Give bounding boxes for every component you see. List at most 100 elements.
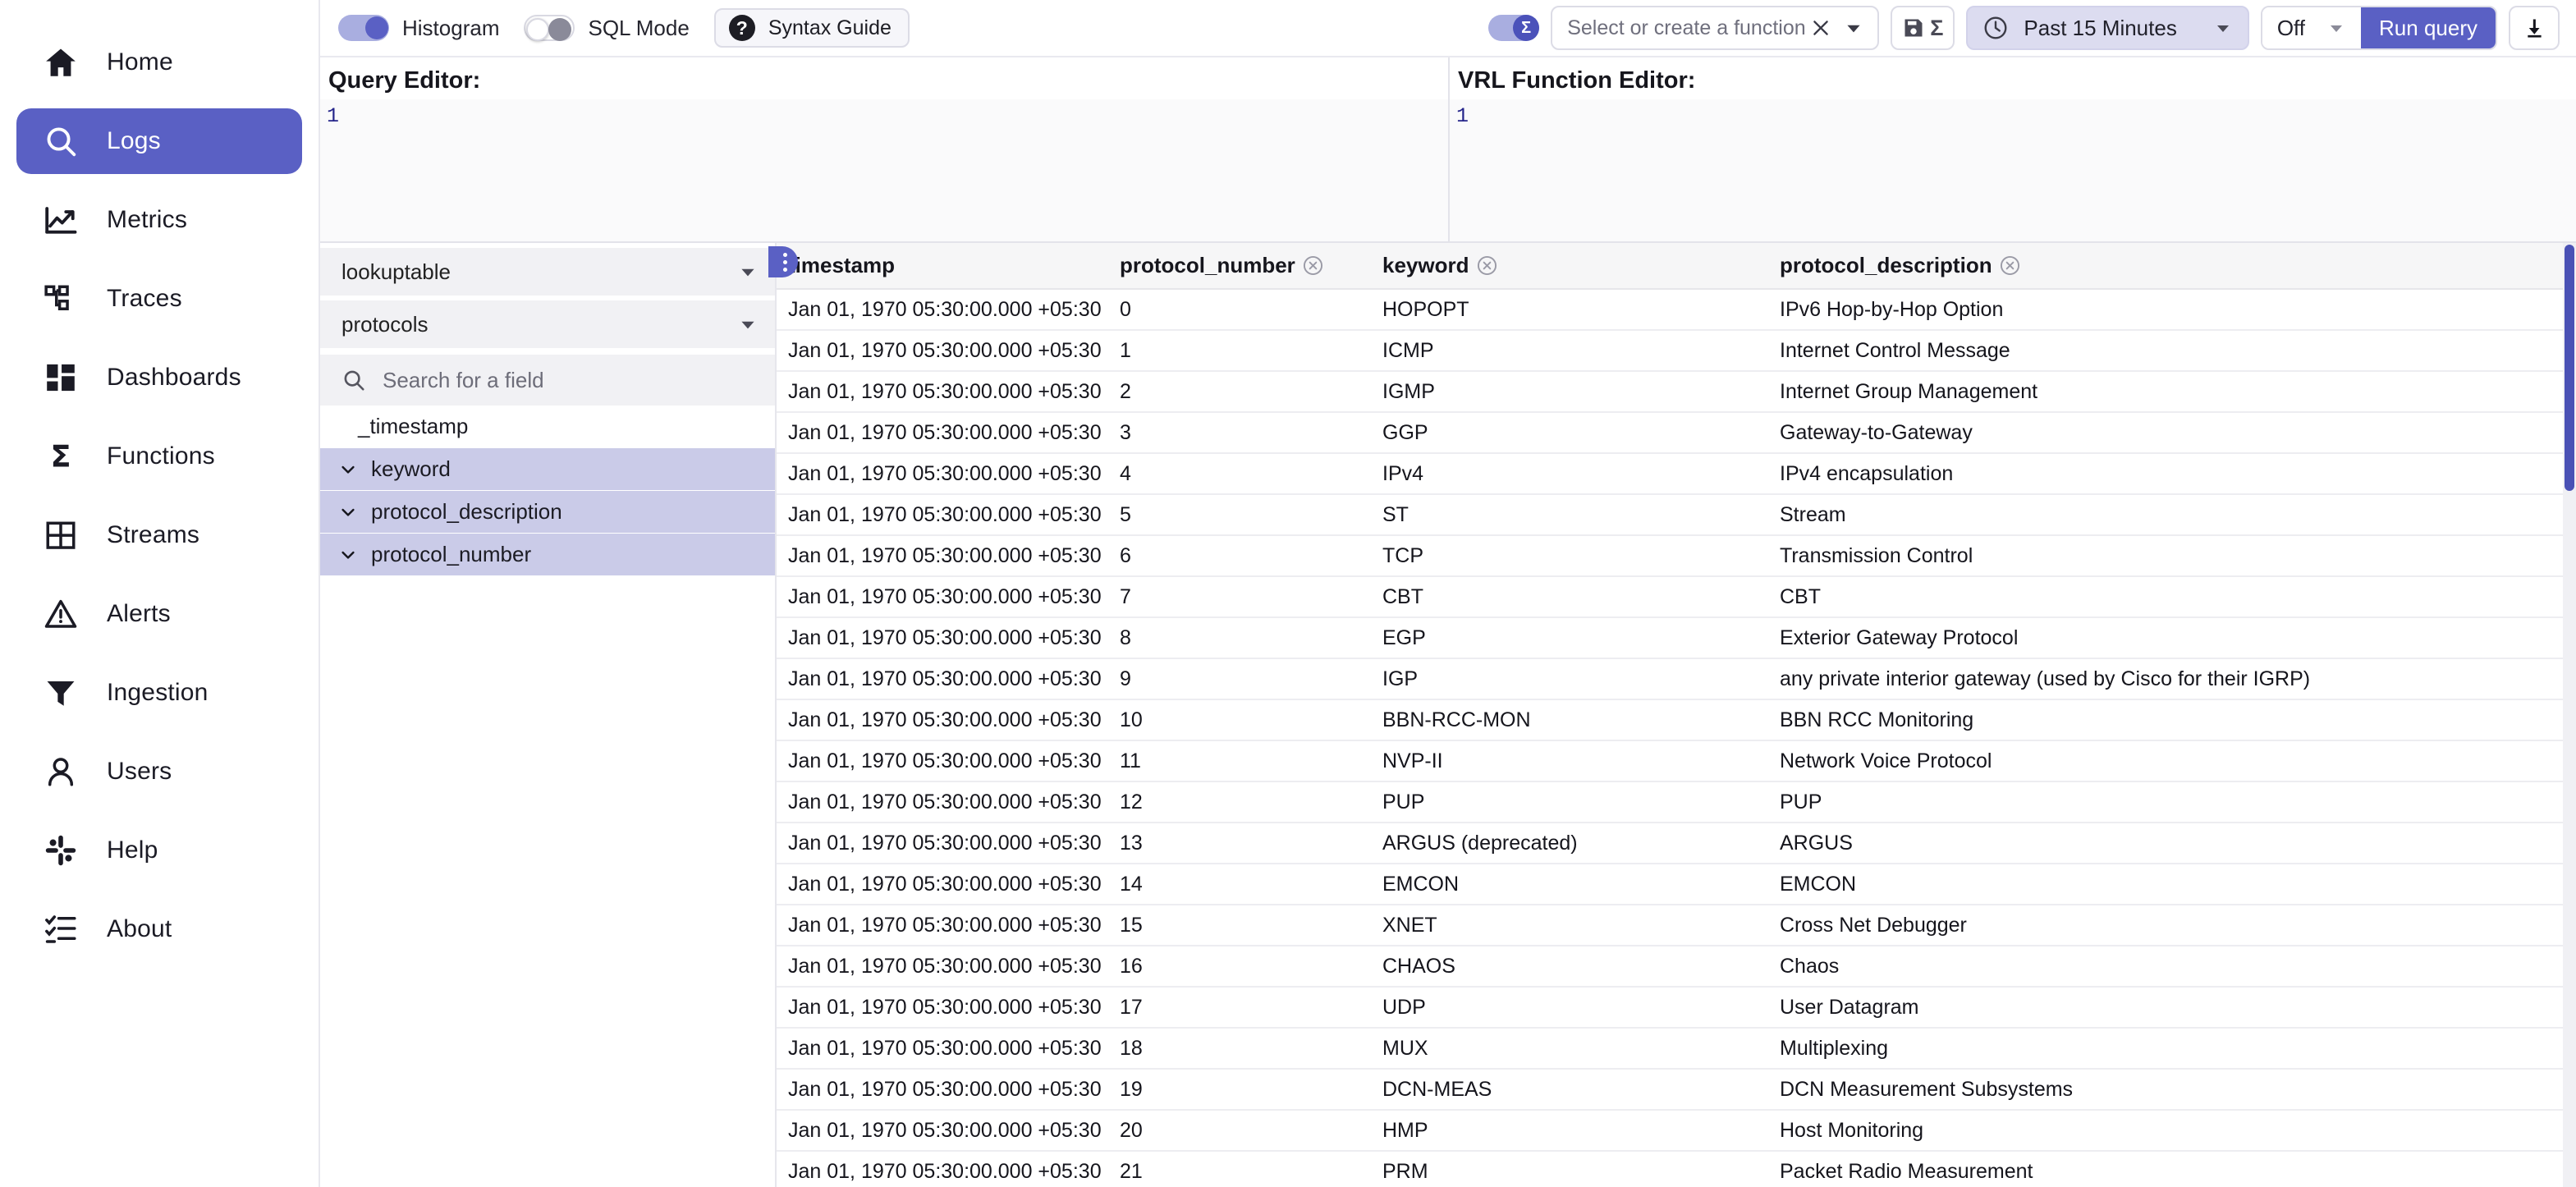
table-row[interactable]: Jan 01, 1970 05:30:00.000 +05:304IPv4IPv… — [777, 453, 2576, 494]
sidebar-item-functions[interactable]: ΣFunctions — [16, 424, 302, 489]
download-results-button[interactable] — [2509, 6, 2560, 50]
table-row[interactable]: Jan 01, 1970 05:30:00.000 +05:3018MUXMul… — [777, 1028, 2576, 1069]
table-row[interactable]: Jan 01, 1970 05:30:00.000 +05:305STStrea… — [777, 494, 2576, 535]
cell-timestamp: Jan 01, 1970 05:30:00.000 +05:30 — [777, 371, 1108, 412]
table-header-protocol_description[interactable]: protocol_description — [1768, 243, 2576, 289]
table-row[interactable]: Jan 01, 1970 05:30:00.000 +05:301ICMPInt… — [777, 330, 2576, 371]
cell-keyword: PUP — [1371, 781, 1768, 823]
cell-timestamp: Jan 01, 1970 05:30:00.000 +05:30 — [777, 1151, 1108, 1187]
svg-text:Σ: Σ — [50, 439, 71, 474]
field-item-protocol_number[interactable]: protocol_number — [320, 534, 775, 576]
dashboard-icon — [43, 360, 79, 396]
sql-mode-toggle[interactable] — [524, 15, 575, 41]
cell-protocol_description: Stream — [1768, 494, 2576, 535]
table-row[interactable]: Jan 01, 1970 05:30:00.000 +05:3014EMCONE… — [777, 864, 2576, 905]
sidebar-item-help[interactable]: Help — [16, 818, 302, 883]
vrl-editor-body[interactable]: 1 — [1450, 99, 2576, 241]
cell-timestamp: Jan 01, 1970 05:30:00.000 +05:30 — [777, 946, 1108, 987]
cell-protocol_description: Internet Control Message — [1768, 330, 2576, 371]
cell-protocol_number: 17 — [1108, 987, 1371, 1028]
download-icon — [2523, 16, 2546, 39]
table-row[interactable]: Jan 01, 1970 05:30:00.000 +05:3016CHAOSC… — [777, 946, 2576, 987]
table-row[interactable]: Jan 01, 1970 05:30:00.000 +05:307CBTCBT — [777, 576, 2576, 617]
table-row[interactable]: Jan 01, 1970 05:30:00.000 +05:3015XNETCr… — [777, 905, 2576, 946]
table-header-keyword[interactable]: keyword — [1371, 243, 1768, 289]
remove-column-icon[interactable] — [1476, 254, 1498, 277]
sidebar-item-about[interactable]: About — [16, 896, 302, 962]
table-header-label: timestamp — [788, 253, 895, 278]
stream-name-select[interactable]: protocols — [320, 300, 775, 348]
field-item-keyword[interactable]: keyword — [320, 448, 775, 491]
table-row[interactable]: Jan 01, 1970 05:30:00.000 +05:3019DCN-ME… — [777, 1069, 2576, 1110]
cell-protocol_description: CBT — [1768, 576, 2576, 617]
function-select[interactable]: Select or create a function — [1551, 6, 1879, 50]
vrl-function-toggle[interactable]: Σ — [1488, 15, 1539, 41]
clock-icon — [1982, 15, 2009, 41]
cell-protocol_number: 16 — [1108, 946, 1371, 987]
field-item-timestamp[interactable]: _timestamp — [320, 406, 775, 448]
table-row[interactable]: Jan 01, 1970 05:30:00.000 +05:3021PRMPac… — [777, 1151, 2576, 1187]
table-row[interactable]: Jan 01, 1970 05:30:00.000 +05:3013ARGUS … — [777, 823, 2576, 864]
save-function-button[interactable]: Σ — [1891, 6, 1955, 50]
cell-timestamp: Jan 01, 1970 05:30:00.000 +05:30 — [777, 453, 1108, 494]
sidebar-item-dashboards[interactable]: Dashboards — [16, 345, 302, 410]
table-row[interactable]: Jan 01, 1970 05:30:00.000 +05:303GGPGate… — [777, 412, 2576, 453]
sidebar-item-alerts[interactable]: Alerts — [16, 581, 302, 647]
chevron-down-icon[interactable] — [338, 460, 358, 479]
sidebar-item-logs[interactable]: Logs — [16, 108, 302, 174]
cell-protocol_number: 11 — [1108, 740, 1371, 781]
table-row[interactable]: Jan 01, 1970 05:30:00.000 +05:3020HMPHos… — [777, 1110, 2576, 1151]
chevron-down-icon[interactable] — [338, 545, 358, 565]
table-header-protocol_number[interactable]: protocol_number — [1108, 243, 1371, 289]
run-query-button[interactable]: Run query — [2361, 7, 2496, 48]
chevron-down-icon[interactable] — [1831, 17, 1864, 39]
field-item-protocol_description[interactable]: protocol_description — [320, 491, 775, 534]
field-search-box[interactable]: Search for a field — [320, 355, 775, 406]
results-table-wrapper: timestamp protocol_numberkeywordprotocol_… — [777, 243, 2576, 1187]
table-row[interactable]: Jan 01, 1970 05:30:00.000 +05:3012PUPPUP — [777, 781, 2576, 823]
sql-mode-label: SQL Mode — [588, 16, 689, 41]
query-editor-body[interactable]: 1 — [320, 99, 1448, 241]
table-row[interactable]: Jan 01, 1970 05:30:00.000 +05:308EGPExte… — [777, 617, 2576, 658]
cell-timestamp: Jan 01, 1970 05:30:00.000 +05:30 — [777, 494, 1108, 535]
cell-keyword: MUX — [1371, 1028, 1768, 1069]
vertical-scrollbar[interactable] — [2563, 243, 2576, 1187]
sidebar-item-streams[interactable]: Streams — [16, 502, 302, 568]
chevron-down-icon — [2326, 18, 2346, 38]
remove-column-icon[interactable] — [1302, 254, 1324, 277]
table-row[interactable]: Jan 01, 1970 05:30:00.000 +05:302IGMPInt… — [777, 371, 2576, 412]
table-row[interactable]: Jan 01, 1970 05:30:00.000 +05:300HOPOPTI… — [777, 289, 2576, 330]
cell-keyword: EMCON — [1371, 864, 1768, 905]
sidebar-item-ingestion[interactable]: Ingestion — [16, 660, 302, 726]
toolbar-right-group: Σ Select or create a function — [1488, 6, 2565, 50]
stream-type-select[interactable]: lookuptable — [320, 248, 775, 296]
cell-protocol_number: 8 — [1108, 617, 1371, 658]
sidebar-item-label: Home — [107, 48, 173, 76]
field-search-placeholder: Search for a field — [383, 368, 544, 393]
cell-keyword: GGP — [1371, 412, 1768, 453]
cell-protocol_number: 18 — [1108, 1028, 1371, 1069]
cell-timestamp: Jan 01, 1970 05:30:00.000 +05:30 — [777, 535, 1108, 576]
function-select-placeholder: Select or create a function — [1567, 16, 1810, 40]
table-row[interactable]: Jan 01, 1970 05:30:00.000 +05:306TCPTran… — [777, 535, 2576, 576]
table-row[interactable]: Jan 01, 1970 05:30:00.000 +05:3017UDPUse… — [777, 987, 2576, 1028]
table-header-timestamp[interactable]: timestamp — [777, 243, 1108, 289]
remove-column-icon[interactable] — [1999, 254, 2021, 277]
table-row[interactable]: Jan 01, 1970 05:30:00.000 +05:3010BBN-RC… — [777, 699, 2576, 740]
sidebar-item-home[interactable]: Home — [16, 30, 302, 95]
cell-protocol_description: Exterior Gateway Protocol — [1768, 617, 2576, 658]
table-row[interactable]: Jan 01, 1970 05:30:00.000 +05:3011NVP-II… — [777, 740, 2576, 781]
auto-refresh-select[interactable]: Off — [2262, 7, 2361, 48]
table-row[interactable]: Jan 01, 1970 05:30:00.000 +05:309IGPany … — [777, 658, 2576, 699]
time-range-picker[interactable]: Past 15 Minutes — [1966, 6, 2248, 50]
chevron-down-icon[interactable] — [338, 502, 358, 522]
sidebar-item-metrics[interactable]: Metrics — [16, 187, 302, 253]
histogram-toggle[interactable] — [338, 15, 389, 41]
clear-icon[interactable] — [1810, 17, 1831, 39]
syntax-guide-button[interactable]: ? Syntax Guide — [714, 8, 910, 48]
field-list: _timestampkeywordprotocol_descriptionpro… — [320, 406, 775, 576]
sidebar-item-users[interactable]: Users — [16, 739, 302, 804]
scrollbar-thumb[interactable] — [2565, 245, 2574, 491]
sidebar-item-traces[interactable]: Traces — [16, 266, 302, 332]
cell-keyword: EGP — [1371, 617, 1768, 658]
